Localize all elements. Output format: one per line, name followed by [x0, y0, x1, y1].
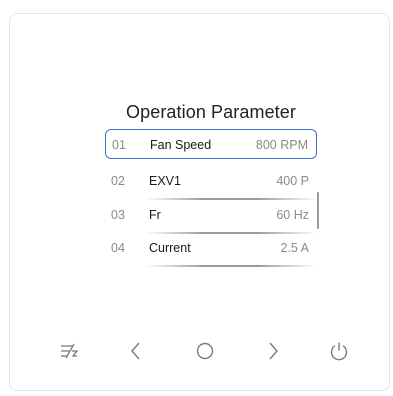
mode-icon	[58, 341, 80, 361]
parameter-row-current[interactable]: 04 Current 2.5 A	[105, 233, 317, 267]
row-number: 03	[111, 208, 125, 222]
parameter-row-exv1[interactable]: 02 EXV1 400 P	[105, 166, 317, 200]
row-number: 01	[112, 138, 126, 152]
parameter-row-fan-speed[interactable]: 01 Fan Speed 800 RPM	[105, 129, 317, 159]
row-name: Fan Speed	[150, 138, 212, 152]
ok-button[interactable]	[188, 334, 222, 368]
power-icon	[328, 340, 350, 362]
row-divider	[145, 265, 317, 267]
chevron-right-icon	[265, 340, 281, 362]
row-number: 02	[111, 174, 125, 188]
right-button[interactable]	[256, 334, 290, 368]
row-value: 800 RPM	[255, 138, 308, 152]
parameter-row-fr[interactable]: 03 Fr 60 Hz	[105, 200, 317, 234]
chevron-left-icon	[128, 340, 144, 362]
mode-button[interactable]	[52, 334, 86, 368]
row-name: Fr	[149, 208, 161, 222]
scrollbar[interactable]	[317, 192, 319, 229]
row-name: EXV1	[149, 174, 181, 188]
control-panel: Operation Parameter 01 Fan Speed 800 RPM…	[9, 13, 390, 391]
row-value: 60 Hz	[276, 208, 309, 222]
row-number: 04	[111, 241, 125, 255]
left-button[interactable]	[119, 334, 153, 368]
row-value: 2.5 A	[280, 241, 310, 255]
power-button[interactable]	[322, 334, 356, 368]
circle-icon	[194, 340, 216, 362]
row-value: 400 P	[276, 174, 309, 188]
screen-title: Operation Parameter	[126, 102, 296, 122]
row-name: Current	[149, 241, 191, 255]
display-screen: Operation Parameter 01 Fan Speed 800 RPM…	[103, 98, 319, 267]
